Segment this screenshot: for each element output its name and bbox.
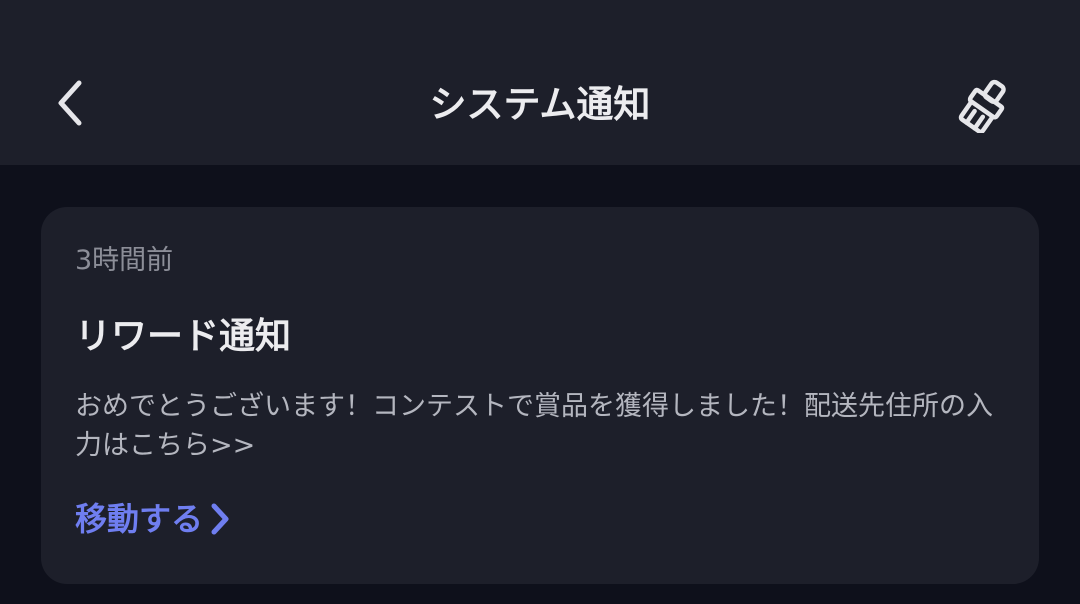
go-to-link-label: 移動する <box>75 500 204 538</box>
go-to-link[interactable]: 移動する <box>75 497 231 541</box>
top-bar: システム通知 <box>0 0 1080 165</box>
notification-card: 3時間前 リワード通知 おめでとうございます！コンテストで賞品を獲得しました！配… <box>41 207 1039 584</box>
broom-icon <box>957 77 1013 137</box>
notification-time: 3時間前 <box>75 245 174 276</box>
notification-body: おめでとうございます！コンテストで賞品を獲得しました！配送先住所の入力はこちら>… <box>75 391 993 461</box>
page-title: システム通知 <box>429 83 651 126</box>
notification-title: リワード通知 <box>75 316 292 357</box>
chevron-right-icon <box>209 502 231 536</box>
clear-all-button[interactable] <box>948 72 1022 142</box>
